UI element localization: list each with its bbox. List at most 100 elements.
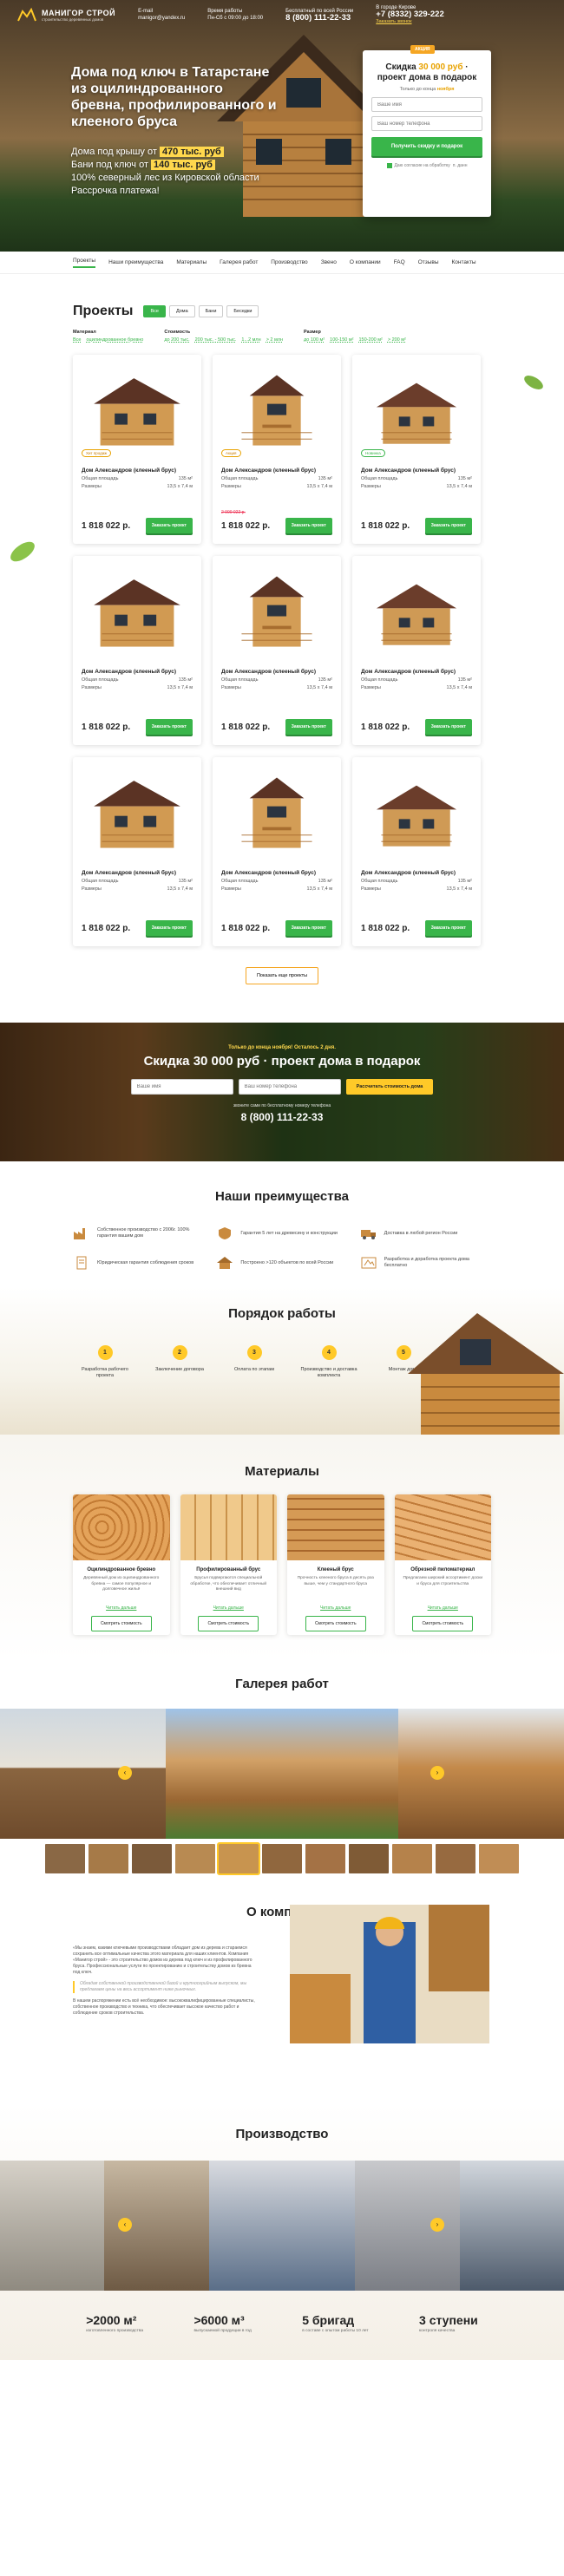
filter-cost-option[interactable]: > 2 млн <box>266 337 283 343</box>
name-input[interactable] <box>371 97 482 112</box>
order-project-button[interactable]: Заказать проект <box>285 518 332 533</box>
production-prev-button[interactable]: ‹ <box>118 2218 132 2232</box>
project-image[interactable]: Акция <box>221 362 332 459</box>
tab-gazebos[interactable]: Беседки <box>226 305 259 317</box>
filter-cost-option[interactable]: 200 тыс. - 500 тыс. <box>195 337 237 343</box>
gallery-thumbnail[interactable] <box>89 1844 128 1873</box>
order-project-button[interactable]: Заказать проект <box>145 518 193 533</box>
filter-size-option[interactable]: > 200 м² <box>388 337 406 343</box>
filter-size-option[interactable]: до 100 м² <box>304 337 325 343</box>
project-image[interactable] <box>82 764 193 861</box>
hours-block: Время работы Пн-Сб с 09:00 до 18:00 <box>207 8 263 22</box>
nav-about[interactable]: О компании <box>350 259 381 265</box>
project-card[interactable]: Дом Александров (клееный брус) Общая площ… <box>73 556 201 745</box>
gallery-thumbnail[interactable] <box>392 1844 432 1873</box>
nav-contacts[interactable]: Контакты <box>452 259 476 265</box>
project-name[interactable]: Дом Александров (клееный брус) <box>221 467 332 474</box>
project-name[interactable]: Дом Александров (клееный брус) <box>82 467 193 474</box>
gallery-thumbnail[interactable] <box>436 1844 475 1873</box>
project-image[interactable] <box>361 764 472 861</box>
size-value: 13,5 х 7,4 м <box>306 886 332 892</box>
gallery-thumbnail[interactable] <box>45 1844 85 1873</box>
project-name[interactable]: Дом Александров (клееный брус) <box>361 669 472 675</box>
production-next-button[interactable]: › <box>430 2218 444 2232</box>
gallery-thumbnail[interactable] <box>479 1844 519 1873</box>
filter-material-option[interactable]: оцилиндрованное бревно <box>86 337 143 343</box>
show-more-projects-button[interactable]: Показать еще проекты <box>245 967 319 984</box>
tab-all[interactable]: Все <box>143 305 166 317</box>
view-cost-button[interactable]: Смотреть стоимость <box>412 1616 474 1631</box>
project-image[interactable] <box>82 563 193 660</box>
tab-houses[interactable]: Дома <box>168 305 195 317</box>
nav-materials[interactable]: Материалы <box>176 259 207 265</box>
order-project-button[interactable]: Заказать проект <box>285 719 332 735</box>
promo-phone[interactable]: 8 (800) 111-22-33 <box>0 1111 564 1123</box>
logo[interactable]: МАНИГОР СТРОЙ строительство деревянных д… <box>17 8 115 22</box>
gallery-thumbnail[interactable] <box>262 1844 302 1873</box>
nav-projects[interactable]: Проекты <box>73 258 96 268</box>
hero-offer-houses: Дома под крышу от 470 тыс. руб <box>71 146 259 159</box>
view-cost-button[interactable]: Смотреть стоимость <box>90 1616 152 1631</box>
project-name[interactable]: Дом Александров (клееный брус) <box>82 669 193 675</box>
read-more-link[interactable]: Читать дальше <box>180 1605 278 1611</box>
project-card[interactable]: Дом Александров (клееный брус) Общая площ… <box>73 757 201 946</box>
view-cost-button[interactable]: Смотреть стоимость <box>305 1616 366 1631</box>
project-name[interactable]: Дом Александров (клееный брус) <box>221 669 332 675</box>
project-image[interactable] <box>221 764 332 861</box>
order-project-button[interactable]: Заказать проект <box>285 920 332 936</box>
project-card[interactable]: Дом Александров (клееный брус) Общая площ… <box>213 757 341 946</box>
nav-zveno[interactable]: Звено <box>321 259 337 265</box>
nav-faq[interactable]: FAQ <box>394 259 405 265</box>
nav-reviews[interactable]: Отзывы <box>418 259 439 265</box>
gallery-thumbnail[interactable] <box>305 1844 345 1873</box>
gallery-thumbnail[interactable] <box>217 1842 260 1875</box>
email-link[interactable]: manigor@yandex.ru <box>138 15 185 22</box>
project-card[interactable]: Акция Дом Александров (клееный брус) Общая… <box>213 355 341 544</box>
phone-input[interactable] <box>371 116 482 131</box>
project-image[interactable] <box>221 563 332 660</box>
gallery-thumbnail[interactable] <box>175 1844 215 1873</box>
order-project-button[interactable]: Заказать проект <box>145 920 193 936</box>
gallery-next-button[interactable]: › <box>430 1766 444 1780</box>
project-card[interactable]: Дом Александров (клееный брус) Общая площ… <box>352 556 481 745</box>
project-image[interactable]: Хит продаж <box>82 362 193 459</box>
tab-baths[interactable]: Бани <box>198 305 224 317</box>
project-image[interactable] <box>361 563 472 660</box>
filter-size-option[interactable]: 100-150 м² <box>330 337 353 343</box>
filter-cost-option[interactable]: до 200 тыс. <box>164 337 189 343</box>
order-project-button[interactable]: Заказать проект <box>145 719 193 735</box>
read-more-link[interactable]: Читать дальше <box>395 1605 492 1611</box>
consent-checkbox[interactable] <box>386 163 392 168</box>
filter-size-option[interactable]: 150-200 м² <box>359 337 383 343</box>
project-card[interactable]: Новинка Дом Александров (клееный брус) Общ… <box>352 355 481 544</box>
project-name[interactable]: Дом Александров (клееный брус) <box>361 467 472 474</box>
free-phone[interactable]: 8 (800) 111-22-33 <box>285 14 353 23</box>
promo-name-input[interactable] <box>130 1079 233 1095</box>
calculate-cost-button[interactable]: Рассчитать стоимость дома <box>345 1079 434 1095</box>
nav-gallery[interactable]: Галерея работ <box>220 259 258 265</box>
project-card[interactable]: Дом Александров (клееный брус) Общая площ… <box>213 556 341 745</box>
read-more-link[interactable]: Читать дальше <box>287 1605 384 1611</box>
order-project-button[interactable]: Заказать проект <box>424 719 472 735</box>
project-image[interactable]: Новинка <box>361 362 472 459</box>
read-more-link[interactable]: Читать дальше <box>73 1605 170 1611</box>
project-name[interactable]: Дом Александров (клееный брус) <box>221 870 332 876</box>
gallery-prev-button[interactable]: ‹ <box>118 1766 132 1780</box>
order-project-button[interactable]: Заказать проект <box>424 920 472 936</box>
filter-material-option[interactable]: Все <box>73 337 81 343</box>
project-card[interactable]: Хит продаж Дом Александров (клееный брус)… <box>73 355 201 544</box>
project-card[interactable]: Дом Александров (клееный брус) Общая площ… <box>352 757 481 946</box>
nav-advantages[interactable]: Наши преимущества <box>108 259 163 265</box>
gallery-thumbnail[interactable] <box>132 1844 172 1873</box>
project-name[interactable]: Дом Александров (клееный брус) <box>82 870 193 876</box>
nav-production[interactable]: Производство <box>271 259 307 265</box>
view-cost-button[interactable]: Смотреть стоимость <box>198 1616 259 1631</box>
filter-cost-option[interactable]: 1...2 млн <box>241 337 260 343</box>
project-name[interactable]: Дом Александров (клееный брус) <box>361 870 472 876</box>
city-phone[interactable]: +7 (8332) 329-222 <box>376 10 443 19</box>
gallery-thumbnail[interactable] <box>349 1844 389 1873</box>
order-project-button[interactable]: Заказать проект <box>424 518 472 533</box>
promo-phone-input[interactable] <box>238 1079 341 1095</box>
get-discount-button[interactable]: Получить скидку и подарок <box>371 137 482 156</box>
callback-link[interactable]: Заказать звонок <box>376 18 443 25</box>
